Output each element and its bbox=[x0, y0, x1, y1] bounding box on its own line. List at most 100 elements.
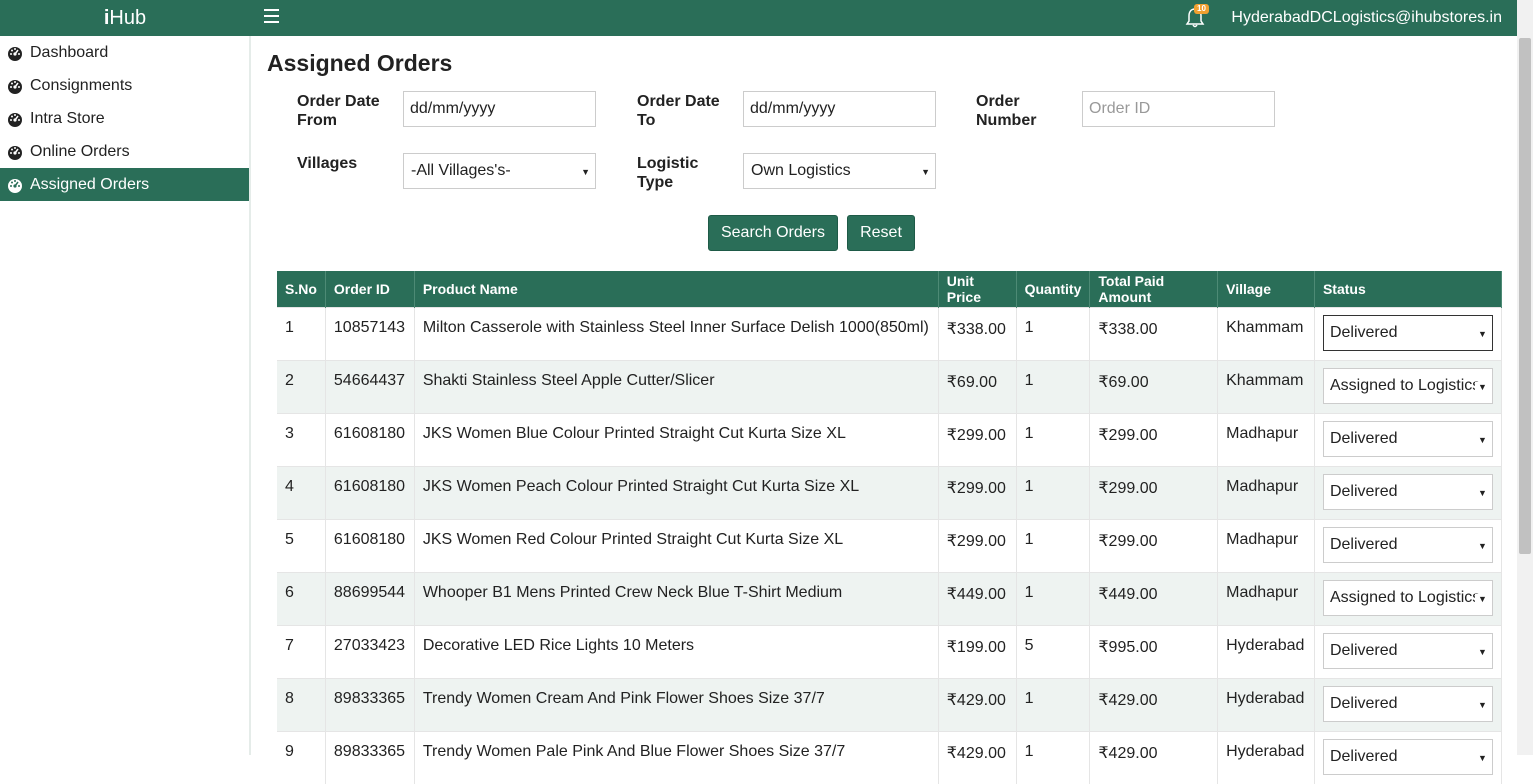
chevron-down-icon: ▼ bbox=[1475, 593, 1487, 604]
table-cell-status: Assigned to Logistics ▼ bbox=[1314, 359, 1503, 413]
table-cell-status: Delivered ▼ bbox=[1314, 677, 1503, 731]
table-cell-order-id: 89833365 bbox=[325, 677, 415, 731]
sidebar-item-dashboard[interactable]: Dashboard bbox=[0, 36, 249, 69]
table-cell-qty: 5 bbox=[1016, 624, 1091, 678]
table-cell-unit-price: ₹429.00 bbox=[938, 730, 1017, 784]
table-cell-village: Madhapur bbox=[1217, 412, 1315, 466]
table-cell-status: Assigned to Logistics ▼ bbox=[1314, 571, 1503, 625]
brand-logo[interactable]: i Hub bbox=[0, 0, 250, 36]
menu-toggle-icon[interactable] bbox=[264, 9, 279, 23]
order-date-from-label: Order Date From bbox=[297, 93, 380, 129]
table-cell-product: Milton Casserole with Stainless Steel In… bbox=[414, 306, 939, 360]
status-select[interactable]: Delivered ▼ bbox=[1322, 738, 1493, 775]
table-cell-product: Trendy Women Pale Pink And Blue Flower S… bbox=[414, 730, 939, 784]
chevron-down-icon: ▼ bbox=[921, 167, 930, 177]
table-cell-total: ₹429.00 bbox=[1089, 730, 1219, 784]
sidebar-item-label: Consignments bbox=[30, 76, 133, 94]
sidebar-item-label: Dashboard bbox=[30, 43, 109, 61]
table-row: 3 61608180 JKS Women Blue Colour Printed S… bbox=[277, 412, 1503, 466]
chevron-down-icon: ▼ bbox=[1475, 381, 1487, 392]
status-select[interactable]: Delivered ▼ bbox=[1322, 473, 1493, 510]
table-cell-order-id: 88699544 bbox=[325, 571, 415, 625]
table-row: 9 89833365 Trendy Women Pale Pink And Blue… bbox=[277, 730, 1503, 784]
table-cell-total: ₹299.00 bbox=[1089, 465, 1219, 519]
sidebar-item-intra-store[interactable]: Intra Store bbox=[0, 102, 249, 135]
notification-badge: 10 bbox=[1194, 4, 1209, 14]
sidebar-item-label: Assigned Orders bbox=[30, 175, 150, 193]
table-cell-order-id: 10857143 bbox=[325, 306, 415, 360]
chevron-down-icon: ▼ bbox=[1475, 487, 1487, 498]
table-cell-total: ₹338.00 bbox=[1089, 306, 1219, 360]
table-cell-qty: 1 bbox=[1016, 730, 1091, 784]
table-row: 6 88699544 Whooper B1 Mens Printed Crew Ne… bbox=[277, 571, 1503, 625]
table-row: 1 10857143 Milton Casserole with Stainless… bbox=[277, 306, 1503, 360]
status-selected: Delivered bbox=[1329, 429, 1398, 447]
order-number-input[interactable]: Order ID bbox=[1082, 91, 1275, 127]
column-header: Status bbox=[1314, 271, 1503, 307]
column-header: Total Paid Amount bbox=[1089, 271, 1219, 307]
table-cell-qty: 1 bbox=[1016, 306, 1091, 360]
table-cell-village: Hyderabad bbox=[1217, 624, 1315, 678]
chevron-down-icon: ▼ bbox=[581, 167, 590, 177]
table-cell-village: Khammam bbox=[1217, 359, 1315, 413]
table-cell-product: JKS Women Blue Colour Printed Straight C… bbox=[414, 412, 939, 466]
status-select[interactable]: Delivered ▼ bbox=[1322, 420, 1493, 457]
chevron-down-icon: ▼ bbox=[1475, 434, 1487, 445]
status-select[interactable]: Delivered ▼ bbox=[1322, 314, 1493, 351]
table-row: 2 54664437 Shakti Stainless Steel Apple Cu… bbox=[277, 359, 1503, 413]
order-date-to-input[interactable]: dd/mm/yyyy bbox=[743, 91, 936, 127]
sidebar-item-consignments[interactable]: Consignments bbox=[0, 69, 249, 102]
table-cell-sno: 2 bbox=[277, 359, 326, 413]
main-content: Assigned Orders Order Date From dd/mm/yyy… bbox=[251, 36, 1517, 784]
table-cell-qty: 1 bbox=[1016, 571, 1091, 625]
status-selected: Delivered bbox=[1329, 747, 1398, 765]
status-select[interactable]: Delivered ▼ bbox=[1322, 685, 1493, 722]
scrollbar-thumb[interactable] bbox=[1519, 38, 1531, 554]
order-date-to-label: Order Date To bbox=[637, 93, 720, 129]
table-cell-product: Decorative LED Rice Lights 10 Meters bbox=[414, 624, 939, 678]
table-cell-total: ₹449.00 bbox=[1089, 571, 1219, 625]
sidebar-item-label: Online Orders bbox=[30, 142, 130, 160]
status-selected: Delivered bbox=[1329, 694, 1398, 712]
table-cell-status: Delivered ▼ bbox=[1314, 465, 1503, 519]
table-cell-product: JKS Women Peach Colour Printed Straight … bbox=[414, 465, 939, 519]
status-selected: Delivered bbox=[1329, 535, 1398, 553]
table-cell-village: Madhapur bbox=[1217, 465, 1315, 519]
table-cell-qty: 1 bbox=[1016, 412, 1091, 466]
table-cell-sno: 1 bbox=[277, 306, 326, 360]
status-select[interactable]: Assigned to Logistics ▼ bbox=[1322, 579, 1493, 616]
user-menu[interactable]: HyderabadDCLogistics@ihubstores.in bbox=[1231, 0, 1502, 36]
column-header: Village bbox=[1217, 271, 1315, 307]
table-cell-sno: 4 bbox=[277, 465, 326, 519]
sidebar-item-assigned-orders[interactable]: Assigned Orders bbox=[0, 168, 249, 201]
status-select[interactable]: Delivered ▼ bbox=[1322, 526, 1493, 563]
chevron-down-icon: ▼ bbox=[1475, 646, 1487, 657]
villages-select[interactable]: -All Villages's- ▼ bbox=[403, 153, 596, 189]
top-bar: i Hub 10 HyderabadDCLogistics@ihubstores.… bbox=[0, 0, 1533, 36]
table-cell-product: Shakti Stainless Steel Apple Cutter/Slic… bbox=[414, 359, 939, 413]
sidebar-item-label: Intra Store bbox=[30, 109, 105, 127]
order-date-from-input[interactable]: dd/mm/yyyy bbox=[403, 91, 596, 127]
column-header: Product Name bbox=[414, 271, 939, 307]
status-select[interactable]: Assigned to Logistics ▼ bbox=[1322, 367, 1493, 404]
page-title: Assigned Orders bbox=[267, 50, 453, 76]
table-cell-status: Delivered ▼ bbox=[1314, 306, 1503, 360]
villages-selected: -All Villages's- bbox=[411, 162, 511, 179]
column-header: Unit Price bbox=[938, 271, 1017, 307]
search-orders-button[interactable]: Search Orders bbox=[708, 215, 838, 251]
sidebar-item-online-orders[interactable]: Online Orders bbox=[0, 135, 249, 168]
chevron-down-icon: ▼ bbox=[1475, 699, 1487, 710]
dashboard-icon bbox=[8, 178, 22, 193]
status-selected: Assigned to Logistics bbox=[1329, 376, 1481, 394]
table-cell-village: Hyderabad bbox=[1217, 677, 1315, 731]
table-cell-product: Whooper B1 Mens Printed Crew Neck Blue T… bbox=[414, 571, 939, 625]
table-cell-sno: 9 bbox=[277, 730, 326, 784]
logistic-type-select[interactable]: Own Logistics ▼ bbox=[743, 153, 936, 189]
table-cell-order-id: 61608180 bbox=[325, 518, 415, 572]
reset-button[interactable]: Reset bbox=[847, 215, 915, 251]
column-header: S.No bbox=[277, 271, 326, 307]
table-row: 7 27033423 Decorative LED Rice Lights 10 M… bbox=[277, 624, 1503, 678]
status-select[interactable]: Delivered ▼ bbox=[1322, 632, 1493, 669]
column-header: Quantity bbox=[1016, 271, 1091, 307]
table-cell-sno: 8 bbox=[277, 677, 326, 731]
